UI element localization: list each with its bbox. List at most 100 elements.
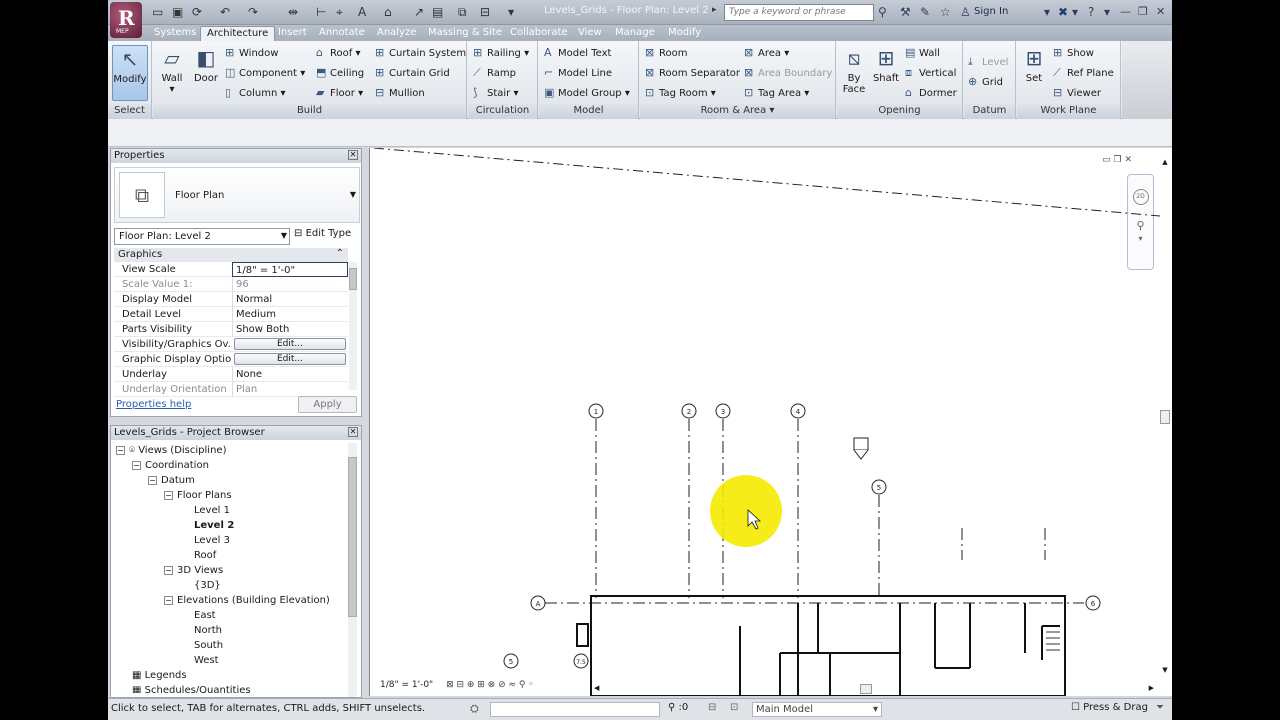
tree-east[interactable]: East (194, 610, 216, 621)
tab-modify[interactable]: Modify (662, 26, 707, 41)
close-windows-icon[interactable]: ⧉ (458, 5, 467, 20)
open-icon[interactable]: ▭ (152, 5, 163, 19)
restore-icon[interactable]: ❐ (1138, 5, 1148, 18)
floor-button[interactable]: ▰ Floor ▾ (316, 86, 363, 99)
model-text-button[interactable]: A Model Text (544, 46, 611, 59)
curtain-system-button[interactable]: ⊞ Curtain System (375, 46, 466, 59)
area-button[interactable]: ⊠ Area ▾ (744, 46, 789, 59)
undo-icon[interactable]: ↶ (220, 5, 230, 19)
group-graphics[interactable]: Graphics ⌃ (114, 248, 348, 262)
apply-button[interactable]: Apply (298, 396, 357, 413)
wall-opening-button[interactable]: ▤ Wall (905, 46, 940, 59)
tag-icon[interactable]: ⌖ (336, 5, 343, 20)
roof-button[interactable]: ⌂ Roof ▾ (316, 46, 360, 59)
tab-collaborate[interactable]: Collaborate (504, 26, 574, 41)
press-drag-checkbox[interactable]: ☐ Press & Drag (1071, 702, 1148, 713)
application-menu-button[interactable]: R MEP (110, 2, 142, 38)
text-icon[interactable]: A (358, 5, 366, 19)
tree-3d[interactable]: {3D} (194, 580, 221, 591)
save-icon[interactable]: ▣ (172, 5, 183, 19)
signin-dropdown-icon[interactable]: ▾ (1044, 5, 1050, 19)
dormer-button[interactable]: ⌂ Dormer (905, 86, 957, 99)
tab-architecture[interactable]: Architecture (200, 26, 276, 41)
sync-icon[interactable]: ⟳ (192, 5, 202, 19)
tree-level-1[interactable]: Level 1 (194, 505, 230, 516)
tree-north[interactable]: North (194, 625, 222, 636)
component-button[interactable]: ◫ Component ▾ (225, 66, 305, 79)
set-work-plane-button[interactable]: ⊞ Set (1019, 45, 1049, 101)
exchange-icon[interactable]: ✖ (1058, 5, 1068, 19)
gdo-edit-button[interactable]: Edit... (234, 353, 346, 365)
prop-underlay-orientation[interactable]: Underlay Orientation Plan (114, 382, 348, 397)
tree-west[interactable]: West (194, 655, 219, 666)
close-icon[interactable]: ✕ (348, 150, 358, 160)
shaft-button[interactable]: ⊞ Shaft (871, 45, 901, 101)
room-button[interactable]: ⊠ Room (645, 46, 687, 59)
close-icon[interactable]: ✕ (1156, 5, 1165, 18)
workset-icon[interactable]: ⛭ (470, 702, 479, 716)
tab-view[interactable]: View (572, 26, 608, 41)
door-button[interactable]: ◧ Door (191, 45, 221, 101)
design-options-icon[interactable]: ⊟ (708, 702, 716, 713)
vg-edit-button[interactable]: Edit... (234, 338, 346, 350)
measure-icon[interactable]: ⇹ (288, 5, 298, 19)
minimize-icon[interactable]: — (1120, 5, 1131, 18)
tree-schedules[interactable]: ▦ Schedules/Quantities (132, 685, 251, 693)
user-icon[interactable]: ♙ (960, 5, 971, 19)
prop-detail-level[interactable]: Detail Level Medium (114, 307, 348, 322)
grid-button[interactable]: ⊕ Grid (968, 75, 1003, 88)
column-button[interactable]: ▯ Column ▾ (225, 86, 286, 99)
level-button[interactable]: ⤓ Level (968, 55, 1008, 69)
favorites-icon[interactable]: ☆ (940, 5, 951, 19)
help-icon[interactable]: ? (1088, 5, 1094, 19)
design-option-dropdown[interactable]: Main Model ▾ (752, 702, 882, 717)
show-work-plane-button[interactable]: ⊞ Show (1053, 46, 1094, 59)
wall-button[interactable]: ▱ Wall ▾ (157, 45, 187, 101)
stair-button[interactable]: ⟆ Stair ▾ (473, 86, 519, 99)
room-separator-button[interactable]: ⊠ Room Separator (645, 66, 740, 79)
tree-coordination[interactable]: − Coordination (132, 460, 209, 471)
model-line-button[interactable]: ⌐ Model Line (544, 66, 612, 79)
area-boundary-button[interactable]: ⊠ Area Boundary (744, 66, 832, 79)
workset-field[interactable] (490, 702, 660, 717)
tree-legends[interactable]: ▦ Legends (132, 670, 187, 681)
by-face-button[interactable]: ⧅ By Face (839, 45, 869, 101)
tab-analyze[interactable]: Analyze (371, 26, 422, 41)
switch-windows-icon[interactable]: ⊟ (480, 5, 490, 19)
model-group-button[interactable]: ▣ Model Group ▾ (544, 86, 630, 99)
filter-icon[interactable]: ⏷ (1156, 702, 1164, 713)
help-dropdown-icon[interactable]: ▾ (1104, 5, 1110, 19)
search-input[interactable]: Type a keyword or phrase (724, 4, 874, 21)
browser-scrollbar[interactable] (348, 443, 357, 697)
tree-floor-plans[interactable]: − Floor Plans (164, 490, 232, 501)
close-icon[interactable]: ✕ (348, 427, 358, 437)
tree-roof[interactable]: Roof (194, 550, 216, 561)
tag-area-button[interactable]: ⊡ Tag Area ▾ (744, 86, 809, 99)
prop-parts-visibility[interactable]: Parts Visibility Show Both (114, 322, 348, 337)
room-area-panel-label[interactable]: Room & Area ▾ (640, 104, 835, 119)
tab-insert[interactable]: Insert (272, 26, 313, 41)
section-icon[interactable]: ↗ (414, 5, 424, 19)
railing-button[interactable]: ⊞ Railing ▾ (473, 46, 529, 59)
tab-manage[interactable]: Manage (609, 26, 661, 41)
prop-display-model[interactable]: Display Model Normal (114, 292, 348, 307)
communication-icon[interactable]: ✎ (920, 5, 930, 19)
tag-room-button[interactable]: ⊡ Tag Room ▾ (645, 86, 716, 99)
modify-button[interactable]: ↖ Modify (112, 45, 148, 101)
qat-dropdown-icon[interactable]: ▾ (508, 5, 514, 19)
thin-lines-icon[interactable]: ▤ (432, 5, 443, 19)
properties-scrollbar[interactable] (349, 262, 357, 390)
prop-view-scale[interactable]: View Scale 1/8" = 1'-0" (114, 262, 348, 277)
viewer-button[interactable]: ⊟ Viewer (1053, 86, 1101, 99)
infocenter-arrow-icon[interactable]: ▸ (712, 5, 717, 15)
tab-massing-site[interactable]: Massing & Site (422, 26, 508, 41)
edit-type-button[interactable]: ⊟ Edit Type (294, 228, 351, 239)
mullion-button[interactable]: ⊟ Mullion (375, 86, 425, 99)
3d-view-icon[interactable]: ⌂ (384, 5, 392, 19)
curtain-grid-button[interactable]: ⊞ Curtain Grid (375, 66, 450, 79)
tree-south[interactable]: South (194, 640, 223, 651)
exchange-dropdown-icon[interactable]: ▾ (1072, 5, 1078, 19)
ref-plane-button[interactable]: ⟋ Ref Plane (1053, 66, 1114, 80)
redo-icon[interactable]: ↷ (248, 5, 258, 19)
type-selector[interactable]: ⧉ Floor Plan ▼ (114, 167, 360, 223)
